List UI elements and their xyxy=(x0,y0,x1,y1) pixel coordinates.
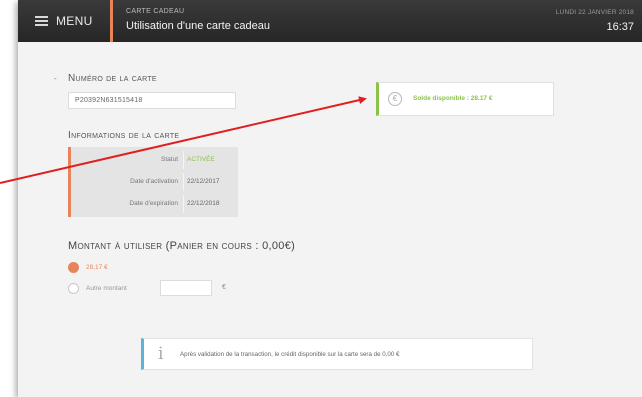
menu-label: MENU xyxy=(56,14,93,28)
section-bullet: - xyxy=(54,74,57,83)
notice-text: Après validation de la transaction, le c… xyxy=(180,351,400,358)
amount-unit: € xyxy=(222,284,226,291)
info-row-status: Statut ACTIVÉE xyxy=(71,151,238,169)
info-label: Statut xyxy=(161,156,178,163)
option-full-label: 28,17 € xyxy=(86,264,108,271)
balance-panel: € Solde disponible : 28.17 € xyxy=(376,82,554,116)
other-amount-input[interactable] xyxy=(160,280,212,296)
date-label: LUNDI 22 JANVIER 2018 xyxy=(555,9,634,16)
info-icon: i xyxy=(158,344,164,364)
info-label: Date d'activation xyxy=(130,178,178,185)
time-label: 16:37 xyxy=(606,21,634,33)
option-other-label: Autre montant xyxy=(86,285,127,292)
header-accent xyxy=(110,0,113,42)
top-bar: MENU CARTE CADEAU Utilisation d'une cart… xyxy=(18,0,642,42)
info-row-expiration: Date d'expiration 22/12/2018 xyxy=(71,195,238,213)
info-row-activation: Date d'activation 22/12/2017 xyxy=(71,173,238,191)
notice-panel: i Après validation de la transaction, le… xyxy=(141,338,533,370)
option-other-amount[interactable]: Autre montant xyxy=(68,283,127,294)
card-info-table: Statut ACTIVÉE Date d'activation 22/12/2… xyxy=(68,147,238,217)
breadcrumb: CARTE CADEAU xyxy=(126,8,185,15)
balance-text: Solde disponible : 28.17 € xyxy=(413,95,493,102)
card-number-title: Numéro de la carte xyxy=(68,73,157,84)
card-number-field[interactable]: P20392N631515418 xyxy=(68,92,236,109)
radio-unselected[interactable] xyxy=(68,283,79,294)
expiration-date: 22/12/2018 xyxy=(187,200,220,207)
app-window: MENU CARTE CADEAU Utilisation d'une cart… xyxy=(18,0,642,397)
hamburger-icon xyxy=(35,16,48,26)
euro-icon: € xyxy=(388,92,402,106)
status-value: ACTIVÉE xyxy=(187,156,215,163)
page-title: Utilisation d'une carte cadeau xyxy=(126,20,270,32)
menu-button[interactable]: MENU xyxy=(18,0,111,42)
option-full-amount[interactable]: 28,17 € xyxy=(68,262,108,273)
activation-date: 22/12/2017 xyxy=(187,178,220,185)
card-info-title: Informations de la carte xyxy=(68,130,180,141)
radio-selected[interactable] xyxy=(68,262,79,273)
info-label: Date d'expiration xyxy=(129,200,178,207)
amount-title: Montant à utiliser (Panier en cours : 0,… xyxy=(68,240,296,252)
